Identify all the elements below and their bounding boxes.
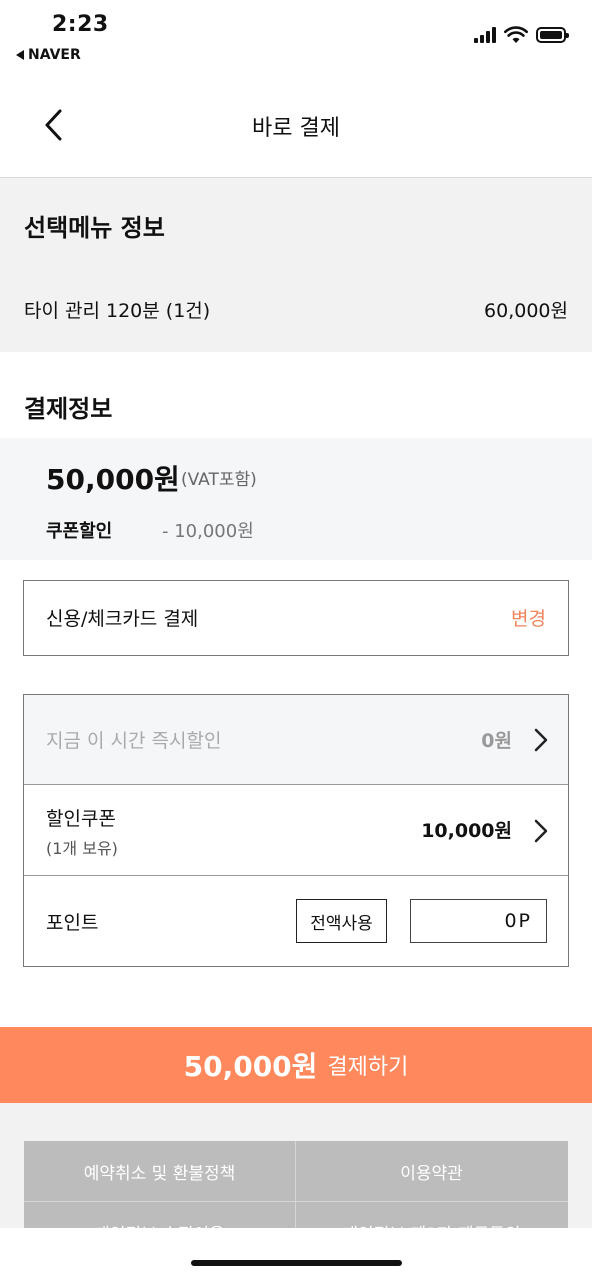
point-input[interactable]: 0P xyxy=(410,899,547,943)
privacy-collection-link[interactable]: 개인정보 수집이용 xyxy=(24,1202,295,1229)
status-time: 2:23 xyxy=(52,12,109,37)
status-icons xyxy=(474,26,569,44)
selected-menu-heading: 선택메뉴 정보 xyxy=(24,214,165,242)
menu-item-name: 타이 관리 120분 (1건) xyxy=(24,300,211,322)
battery-icon xyxy=(536,27,569,43)
menu-item-price: 60,000원 xyxy=(484,300,568,322)
pay-button[interactable]: 50,000원 결제하기 xyxy=(0,1027,592,1103)
coupon-discount-value: - 10,000원 xyxy=(162,521,254,542)
page-title: 바로 결제 xyxy=(252,116,340,141)
home-indicator[interactable] xyxy=(191,1260,402,1266)
third-party-consent-link[interactable]: 개인정보 제3자 제공동의 xyxy=(296,1202,567,1229)
pay-button-amount: 50,000원 xyxy=(183,1050,318,1083)
vat-note: (VAT포함) xyxy=(181,470,257,490)
policy-links-grid: 예약취소 및 환불정책 이용약관 개인정보 수집이용 개인정보 제3자 제공동의 xyxy=(24,1141,568,1228)
back-app-label: NAVER xyxy=(28,47,81,63)
divider xyxy=(295,1141,296,1228)
wifi-icon xyxy=(504,26,528,43)
payment-method-label: 신용/체크카드 결제 xyxy=(46,608,199,630)
chevron-right-icon[interactable] xyxy=(530,728,550,752)
divider xyxy=(24,784,568,785)
change-payment-method-button[interactable]: 변경 xyxy=(511,604,546,631)
cellular-signal-icon xyxy=(474,27,496,43)
home-indicator-area xyxy=(0,1228,592,1280)
instant-discount-label: 지금 이 시간 즉시할인 xyxy=(46,730,222,752)
payment-info-heading: 결제정보 xyxy=(24,395,113,423)
point-label: 포인트 xyxy=(46,912,99,934)
terms-link[interactable]: 이용약관 xyxy=(296,1141,567,1201)
use-all-points-button[interactable]: 전액사용 xyxy=(296,899,387,943)
coupon-discount-label: 쿠폰할인 xyxy=(46,521,113,542)
coupon-count: (1개 보유) xyxy=(46,839,118,858)
divider xyxy=(24,1201,568,1202)
chevron-right-icon[interactable] xyxy=(530,819,550,843)
pay-button-text: 결제하기 xyxy=(327,1055,409,1080)
discount-coupon-label[interactable]: 할인쿠폰 xyxy=(46,804,116,831)
cancel-refund-policy-link[interactable]: 예약취소 및 환불정책 xyxy=(24,1141,295,1201)
discount-coupon-value: 10,000원 xyxy=(421,820,512,842)
selected-menu-section xyxy=(0,178,592,352)
instant-discount-value: 0원 xyxy=(481,730,512,752)
back-triangle-icon xyxy=(16,50,24,60)
total-amount: 50,000원 xyxy=(46,463,180,496)
divider xyxy=(24,875,568,876)
back-to-app-link[interactable]: NAVER xyxy=(16,47,81,63)
